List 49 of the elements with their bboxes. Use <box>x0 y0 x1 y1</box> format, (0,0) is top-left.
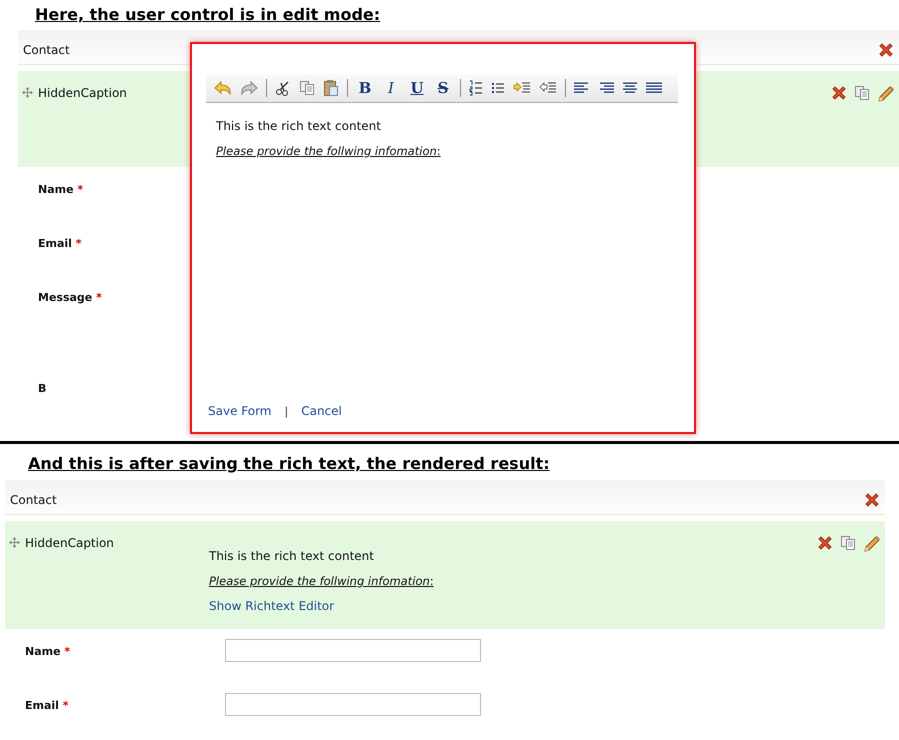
field-label: Email * <box>38 237 83 250</box>
caption-label: HiddenCaption <box>25 536 114 550</box>
delete-icon[interactable] <box>878 42 894 58</box>
rich-text: This is the rich text content <box>209 549 375 563</box>
italic-button[interactable]: I <box>382 79 400 97</box>
align-center-icon[interactable] <box>622 82 638 94</box>
undo-icon[interactable] <box>214 80 232 96</box>
delete-icon[interactable] <box>831 85 847 101</box>
strike-button[interactable]: S <box>434 79 452 97</box>
field-label: Email * <box>25 699 70 712</box>
rich-text: Please provide the follwing infomation: <box>209 574 435 588</box>
move-icon[interactable] <box>9 537 20 548</box>
copy-icon[interactable] <box>854 85 870 101</box>
indent-icon[interactable] <box>513 81 531 95</box>
rich-text: Please provide the follwing infomation: <box>216 144 442 158</box>
form-title: Contact <box>10 493 57 507</box>
pencil-icon[interactable] <box>863 535 881 553</box>
align-right-icon[interactable] <box>598 82 614 94</box>
redo-icon[interactable] <box>240 80 258 96</box>
underline-button[interactable]: U <box>408 79 426 97</box>
rich-text: This is the rich text content <box>216 119 382 133</box>
outdent-icon[interactable] <box>539 81 557 95</box>
bold-button[interactable]: B <box>356 79 374 97</box>
save-form-link[interactable]: Save Form <box>208 404 272 418</box>
form-title: Contact <box>23 43 70 57</box>
field-label: Name * <box>25 645 72 658</box>
section-heading: Here, the user control is in edit mode: <box>35 5 380 24</box>
align-left-icon[interactable] <box>574 82 590 94</box>
numbered-list-icon[interactable] <box>469 80 483 96</box>
move-icon[interactable] <box>22 87 33 98</box>
section-heading: And this is after saving the rich text, the rendered result: <box>28 454 550 473</box>
copy-icon[interactable] <box>840 535 856 551</box>
paste-icon[interactable] <box>323 79 339 97</box>
pencil-icon[interactable] <box>877 85 895 103</box>
delete-icon[interactable] <box>864 492 880 508</box>
cancel-link[interactable]: Cancel <box>301 404 342 418</box>
field-label: Name * <box>38 183 84 196</box>
field-label: B <box>38 382 48 395</box>
delete-icon[interactable] <box>817 535 833 551</box>
field-label: Message * <box>38 291 103 304</box>
input-field[interactable] <box>225 639 481 662</box>
show-editor-link[interactable]: Show Richtext Editor <box>209 599 334 613</box>
copy-icon[interactable] <box>299 80 315 96</box>
scissors-icon[interactable] <box>275 80 291 96</box>
justify-icon[interactable] <box>646 82 662 94</box>
input-field[interactable] <box>225 693 481 716</box>
separator: | <box>284 404 288 418</box>
caption-label: HiddenCaption <box>38 86 127 100</box>
bullet-list-icon[interactable] <box>491 81 505 95</box>
